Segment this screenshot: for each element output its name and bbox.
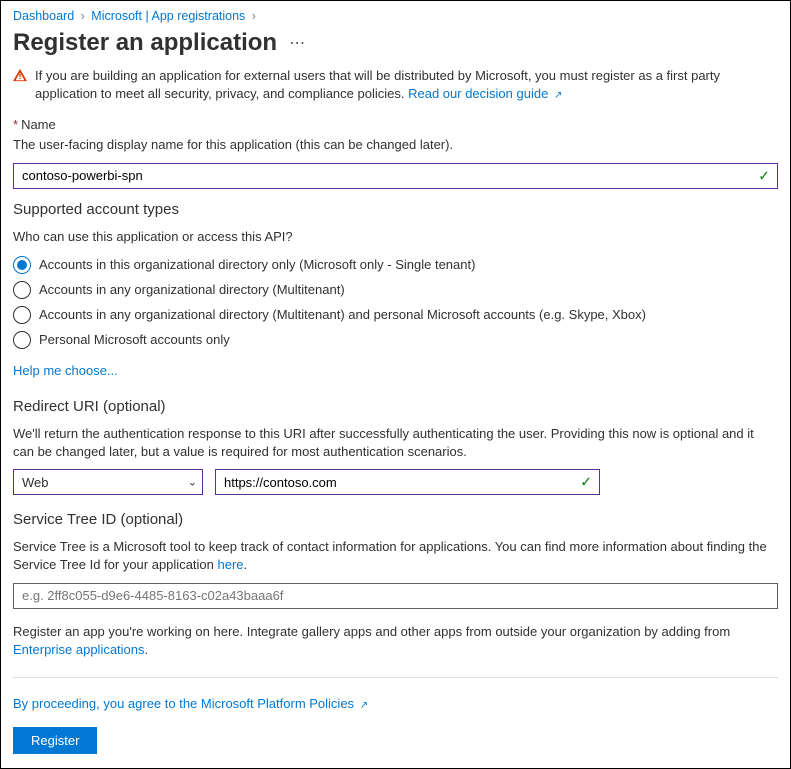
account-types-question: Who can use this application or access t… [13,228,778,246]
radio-icon [13,256,31,274]
service-tree-description: Service Tree is a Microsoft tool to keep… [13,538,778,574]
platform-select[interactable]: Web [13,469,203,495]
radio-label: Accounts in any organizational directory… [39,307,646,322]
breadcrumb: Dashboard › Microsoft | App registration… [13,9,778,23]
service-tree-here-link[interactable]: here [218,557,244,572]
radio-label: Accounts in this organizational director… [39,257,475,272]
radio-icon [13,281,31,299]
name-label: *Name [13,117,778,132]
platform-policies-link[interactable]: By proceeding, you agree to the Microsof… [13,696,368,711]
footer-note: Register an app you're working on here. … [13,623,778,659]
alert-text: If you are building an application for e… [35,68,720,101]
external-link-icon: ↗ [360,700,368,711]
radio-multitenant[interactable]: Accounts in any organizational directory… [13,281,778,299]
more-actions-icon[interactable]: ⋯ [289,33,306,53]
decision-guide-link[interactable]: Read our decision guide ↗ [408,86,562,101]
radio-multitenant-personal[interactable]: Accounts in any organizational directory… [13,306,778,324]
redirect-uri-input[interactable] [215,469,600,495]
redirect-uri-description: We'll return the authentication response… [13,425,778,461]
chevron-right-icon: › [252,9,256,23]
service-tree-input[interactable] [13,583,778,609]
redirect-uri-heading: Redirect URI (optional) [13,398,778,415]
service-tree-heading: Service Tree ID (optional) [13,511,778,528]
warning-icon [13,68,27,85]
radio-icon [13,331,31,349]
page-title: Register an application [13,29,277,57]
radio-personal-only[interactable]: Personal Microsoft accounts only [13,331,778,349]
breadcrumb-app-registrations[interactable]: Microsoft | App registrations [91,9,245,23]
radio-label: Personal Microsoft accounts only [39,332,230,347]
help-me-choose-link[interactable]: Help me choose... [13,363,118,378]
external-link-icon: ↗ [554,90,562,101]
name-description: The user-facing display name for this ap… [13,136,778,154]
register-button[interactable]: Register [13,727,97,754]
check-icon: ✓ [580,474,592,491]
account-types-radio-group: Accounts in this organizational director… [13,256,778,349]
name-input[interactable] [13,163,778,189]
radio-icon [13,306,31,324]
breadcrumb-dashboard[interactable]: Dashboard [13,9,74,23]
enterprise-applications-link[interactable]: Enterprise applications [13,642,145,657]
divider [13,677,778,678]
radio-single-tenant[interactable]: Accounts in this organizational director… [13,256,778,274]
account-types-heading: Supported account types [13,201,778,218]
warning-alert: If you are building an application for e… [13,67,778,103]
check-icon: ✓ [758,167,770,184]
radio-label: Accounts in any organizational directory… [39,282,345,297]
chevron-right-icon: › [81,9,85,23]
